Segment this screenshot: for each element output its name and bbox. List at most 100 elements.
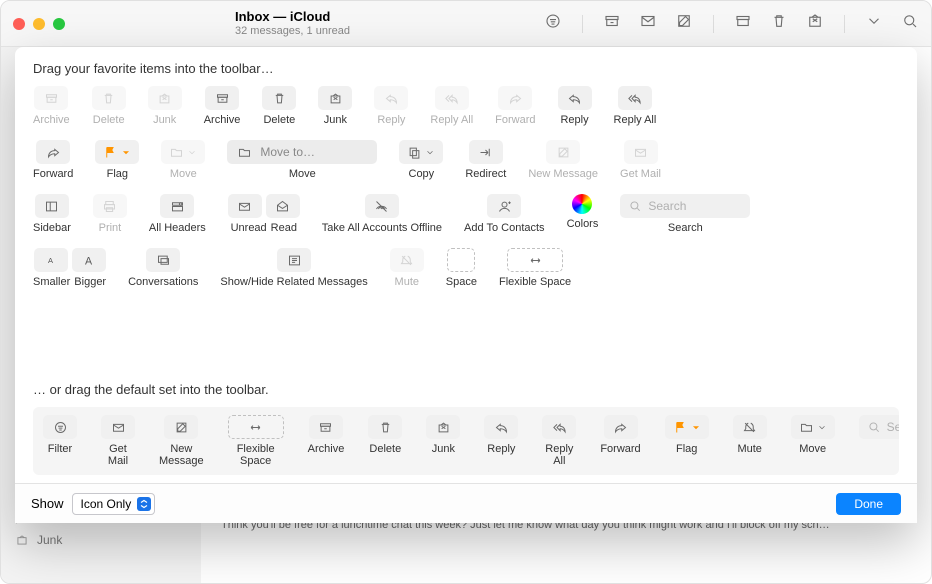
toolbar-item-move-small[interactable]: Move: [161, 140, 205, 180]
colors-button[interactable]: [572, 194, 592, 214]
d-flexspace-slot[interactable]: [228, 415, 284, 439]
move-small-button[interactable]: [161, 140, 205, 164]
conversations-button[interactable]: [146, 248, 180, 272]
toolbar-item-colors[interactable]: Colors: [567, 194, 599, 230]
archive-icon[interactable]: [603, 12, 621, 35]
mute-button[interactable]: [390, 248, 424, 272]
flexspace-slot[interactable]: [507, 248, 563, 272]
toolbar-item-allheaders[interactable]: All Headers: [149, 194, 206, 234]
filter-icon[interactable]: [544, 12, 562, 35]
delete-button[interactable]: [262, 86, 296, 110]
d-delete-button[interactable]: [368, 415, 402, 439]
toolbar-item-unread-read[interactable]: UnreadRead: [228, 194, 300, 234]
d-filter-button[interactable]: [43, 415, 77, 439]
toolbar-item-archive[interactable]: Archive: [204, 86, 241, 126]
toolbar-item-d-delete[interactable]: Delete: [368, 415, 402, 455]
toolbar-item-archive-small[interactable]: Archive: [33, 86, 70, 126]
archive-small-button[interactable]: [34, 86, 68, 110]
toolbar-item-smaller-bigger[interactable]: AASmallerBigger: [33, 248, 106, 288]
toolbar-item-d-replyall[interactable]: Reply All: [542, 415, 576, 467]
toolbar-item-reply-small[interactable]: Reply: [374, 86, 408, 126]
toolbar-item-search-item[interactable]: SearchSearch: [620, 194, 750, 234]
toolbar-item-d-getmail[interactable]: Get Mail: [101, 415, 135, 467]
toolbar-item-newmsg-small[interactable]: New Message: [528, 140, 598, 180]
toolbar-item-d-move[interactable]: Move: [791, 415, 835, 455]
space-slot[interactable]: [447, 248, 475, 272]
d-archive-button[interactable]: [309, 415, 343, 439]
getmail-small-button[interactable]: [624, 140, 658, 164]
search-field[interactable]: Search: [620, 194, 750, 218]
flag-button[interactable]: [95, 140, 139, 164]
toolbar-item-space[interactable]: Space: [446, 248, 477, 288]
toolbar-item-d-mute[interactable]: Mute: [733, 415, 767, 455]
d-newmsg-button[interactable]: [164, 415, 198, 439]
toolbar-item-junk-small[interactable]: Junk: [148, 86, 182, 126]
reply-small-button[interactable]: [374, 86, 408, 110]
toolbar-item-junk[interactable]: Junk: [318, 86, 352, 126]
toolbar-item-delete-small[interactable]: Delete: [92, 86, 126, 126]
toolbar-item-delete[interactable]: Delete: [262, 86, 296, 126]
toolbar-item-forward[interactable]: Forward: [33, 140, 73, 180]
toolbar-item-d-filter[interactable]: Filter: [43, 415, 77, 455]
toolbar-item-d-reply[interactable]: Reply: [484, 415, 518, 455]
default-toolbar-set[interactable]: Filter Get Mail New Message Flexible Space A…: [33, 407, 899, 475]
d-forward-button[interactable]: [604, 415, 638, 439]
toolbar-item-replyall-small[interactable]: Reply All: [430, 86, 473, 126]
reply-button[interactable]: [558, 86, 592, 110]
envelope-icon[interactable]: [639, 12, 657, 35]
d-reply-button[interactable]: [484, 415, 518, 439]
search-field[interactable]: Search: [859, 415, 899, 439]
trash-icon[interactable]: [770, 12, 788, 35]
offline-button[interactable]: [365, 194, 399, 218]
forward-small-button[interactable]: [498, 86, 532, 110]
smaller-bigger-b-button[interactable]: A: [72, 248, 106, 272]
toolbar-item-offline[interactable]: Take All Accounts Offline: [322, 194, 442, 234]
compose-icon[interactable]: [675, 12, 693, 35]
d-replyall-button[interactable]: [542, 415, 576, 439]
delete-small-button[interactable]: [92, 86, 126, 110]
search-icon[interactable]: [901, 12, 919, 35]
toolbar-item-addcontact[interactable]: Add To Contacts: [464, 194, 545, 234]
d-mute-button[interactable]: [733, 415, 767, 439]
toolbar-item-flag[interactable]: Flag: [95, 140, 139, 180]
toolbar-item-d-flexspace[interactable]: Flexible Space: [228, 415, 284, 467]
archive-button[interactable]: [205, 86, 239, 110]
unread-read-b-button[interactable]: [266, 194, 300, 218]
redirect-button[interactable]: [469, 140, 503, 164]
smaller-bigger-a-button[interactable]: A: [34, 248, 68, 272]
zoom-window[interactable]: [53, 18, 65, 30]
toolbar-item-reply[interactable]: Reply: [558, 86, 592, 126]
minimize-window[interactable]: [33, 18, 45, 30]
d-junk-button[interactable]: [426, 415, 460, 439]
done-button[interactable]: Done: [836, 493, 901, 515]
sidebar-button[interactable]: [35, 194, 69, 218]
d-getmail-button[interactable]: [101, 415, 135, 439]
toolbar-item-replyall[interactable]: Reply All: [614, 86, 657, 126]
toolbar-item-redirect[interactable]: Redirect: [465, 140, 506, 180]
archive2-icon[interactable]: [734, 12, 752, 35]
toolbar-item-forward-small[interactable]: Forward: [495, 86, 535, 126]
d-flag-button[interactable]: [665, 415, 709, 439]
toolbar-item-mute[interactable]: Mute: [390, 248, 424, 288]
toolbar-item-d-newmsg[interactable]: New Message: [159, 415, 204, 467]
junk-icon[interactable]: [806, 12, 824, 35]
addcontact-button[interactable]: [487, 194, 521, 218]
toolbar-item-showhide[interactable]: Show/Hide Related Messages: [220, 248, 367, 288]
moveto-button[interactable]: Move to…: [227, 140, 377, 164]
more-icon[interactable]: [865, 12, 883, 35]
toolbar-item-d-junk[interactable]: Junk: [426, 415, 460, 455]
showhide-button[interactable]: [277, 248, 311, 272]
junk-small-button[interactable]: [148, 86, 182, 110]
toolbar-item-flexspace[interactable]: Flexible Space: [499, 248, 571, 288]
unread-read-a-button[interactable]: [228, 194, 262, 218]
print-button[interactable]: [93, 194, 127, 218]
replyall-button[interactable]: [618, 86, 652, 110]
toolbar-item-d-archive[interactable]: Archive: [308, 415, 345, 455]
forward-button[interactable]: [36, 140, 70, 164]
newmsg-small-button[interactable]: [546, 140, 580, 164]
d-move-button[interactable]: [791, 415, 835, 439]
toolbar-item-d-forward[interactable]: Forward: [600, 415, 640, 455]
show-mode-select[interactable]: Icon Only: [72, 493, 155, 515]
toolbar-item-moveto[interactable]: Move to…Move: [227, 140, 377, 180]
replyall-small-button[interactable]: [435, 86, 469, 110]
